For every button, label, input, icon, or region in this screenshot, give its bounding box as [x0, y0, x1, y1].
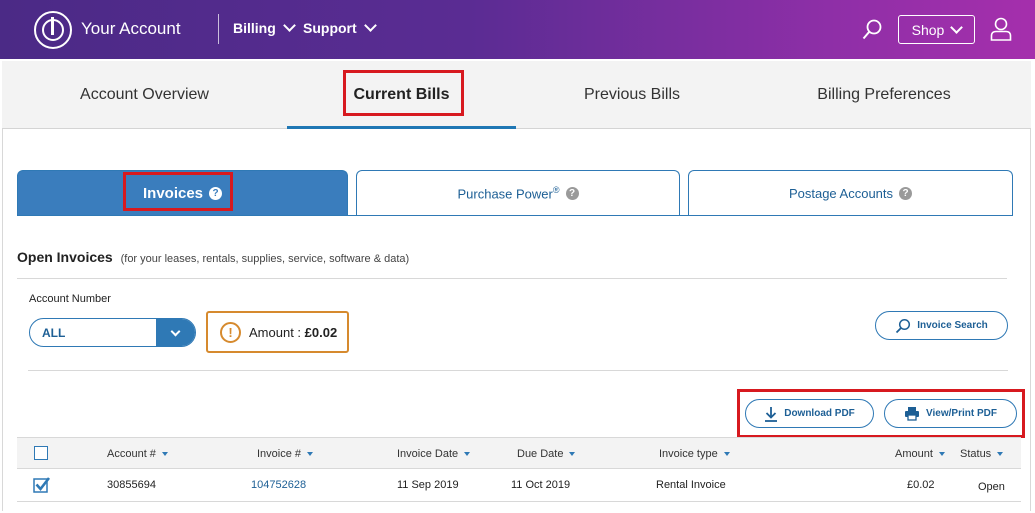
search-icon[interactable]: [862, 19, 882, 41]
row-divider: [17, 501, 1021, 502]
support-menu-label: Support: [303, 20, 357, 36]
row-checkbox[interactable]: [33, 476, 51, 494]
chevron-down-icon: [363, 19, 377, 32]
account-number-select[interactable]: ALL: [29, 318, 196, 347]
chevron-down-icon: [282, 19, 296, 32]
tab-label: Current Bills: [353, 85, 450, 103]
view-print-pdf-button[interactable]: View/Print PDF: [884, 399, 1017, 428]
cell-invoice-type: Rental Invoice: [656, 479, 726, 491]
sort-caret-icon: [938, 452, 945, 456]
column-header-amount[interactable]: Amount: [895, 448, 945, 460]
tab-previous-bills[interactable]: Previous Bills: [516, 61, 748, 128]
billing-menu-label: Billing: [233, 20, 276, 36]
column-header-invoice-type[interactable]: Invoice type: [659, 448, 730, 460]
shop-button[interactable]: Shop: [898, 15, 975, 44]
download-pdf-label: Download PDF: [784, 408, 855, 419]
subtab-label: Postage Accounts: [788, 186, 894, 201]
subtab-label-text: Purchase Power: [457, 186, 553, 202]
tab-account-overview[interactable]: Account Overview: [2, 61, 287, 128]
subtab-invoices[interactable]: Invoices ?: [17, 170, 348, 216]
cell-status: Open: [978, 481, 1005, 493]
cell-amount: £0.02: [907, 479, 935, 491]
sort-caret-icon: [723, 452, 730, 456]
invoice-search-label: Invoice Search: [917, 320, 988, 331]
pitney-bowes-logo-icon[interactable]: [34, 11, 72, 49]
column-label: Invoice Date: [397, 448, 459, 460]
search-icon: [896, 318, 911, 333]
amount-value: £0.02: [304, 324, 338, 340]
brand-title[interactable]: Your Account: [81, 19, 181, 39]
column-header-account[interactable]: Account #: [107, 448, 168, 460]
sort-caret-icon: [569, 452, 576, 456]
column-label: Status: [960, 448, 992, 460]
top-navigation-bar: Your Account Billing Support Shop: [0, 0, 1035, 59]
invoice-link[interactable]: 104752628: [251, 479, 306, 491]
cell-invoice-date: 11 Sep 2019: [397, 479, 459, 491]
amount-text: Amount : £0.02: [249, 325, 337, 340]
tab-label: Previous Bills: [583, 85, 681, 103]
account-number-label: Account Number: [29, 293, 111, 305]
divider: [28, 370, 1008, 371]
column-header-status[interactable]: Status: [960, 448, 1004, 460]
sort-caret-icon: [161, 452, 168, 456]
select-toggle[interactable]: [156, 319, 195, 346]
subtab-purchase-power[interactable]: Purchase Power® ?: [356, 170, 680, 216]
cell-account: 30855694: [107, 479, 156, 491]
user-account-icon[interactable]: [990, 17, 1012, 41]
column-label: Amount: [895, 448, 933, 460]
tab-current-bills[interactable]: Current Bills: [287, 61, 516, 129]
amount-label: Amount :: [249, 324, 302, 340]
column-label: Due Date: [517, 448, 564, 460]
invoices-table-header: Account # Invoice # Invoice Date Due Dat…: [17, 437, 1021, 469]
chevron-down-icon: [950, 20, 964, 34]
account-number-value: ALL: [42, 326, 66, 340]
column-header-invoice-date[interactable]: Invoice Date: [397, 448, 471, 460]
tab-label: Billing Preferences: [817, 85, 951, 103]
billing-menu[interactable]: Billing: [233, 19, 296, 36]
active-tab-indicator: [287, 126, 516, 129]
cell-due-date: 11 Oct 2019: [511, 479, 571, 491]
column-label: Invoice type: [659, 448, 718, 460]
help-icon[interactable]: ?: [899, 187, 913, 200]
shop-button-label: Shop: [911, 21, 945, 38]
chevron-down-icon: [170, 326, 181, 337]
amount-summary: ! Amount : £0.02: [206, 311, 349, 353]
select-all-checkbox[interactable]: [34, 446, 48, 460]
subtab-label: Invoices: [142, 185, 204, 202]
section-subtitle: (for your leases, rentals, supplies, ser…: [120, 253, 410, 265]
help-icon[interactable]: ?: [565, 187, 579, 200]
billing-tabs: Account Overview Current Bills Previous …: [2, 61, 1031, 129]
view-print-pdf-label: View/Print PDF: [926, 408, 997, 419]
section-title: Open Invoices: [17, 249, 113, 265]
download-icon: [765, 406, 778, 422]
invoice-search-button[interactable]: Invoice Search: [875, 311, 1008, 340]
sort-caret-icon: [997, 452, 1004, 456]
column-label: Account #: [107, 448, 156, 460]
column-label: Invoice #: [257, 448, 302, 460]
alert-icon: !: [220, 321, 241, 343]
subtab-postage-accounts[interactable]: Postage Accounts ?: [688, 170, 1013, 216]
open-invoices-heading: Open Invoices (for your leases, rentals,…: [17, 249, 409, 265]
divider: [17, 278, 1007, 279]
help-icon[interactable]: ?: [209, 187, 223, 200]
subtab-label: Purchase Power®: [457, 185, 559, 201]
tab-billing-preferences[interactable]: Billing Preferences: [748, 61, 1020, 128]
subtab-baseline: [17, 215, 1013, 216]
nav-divider: [218, 14, 219, 44]
printer-icon: [905, 407, 920, 421]
sort-caret-icon: [307, 452, 314, 456]
column-header-invoice[interactable]: Invoice #: [257, 448, 314, 460]
registered-mark: ®: [552, 185, 560, 196]
download-pdf-button[interactable]: Download PDF: [745, 399, 874, 428]
column-header-due-date[interactable]: Due Date: [517, 448, 576, 460]
sort-caret-icon: [464, 452, 471, 456]
support-menu[interactable]: Support: [303, 19, 377, 36]
tab-label: Account Overview: [80, 85, 209, 103]
